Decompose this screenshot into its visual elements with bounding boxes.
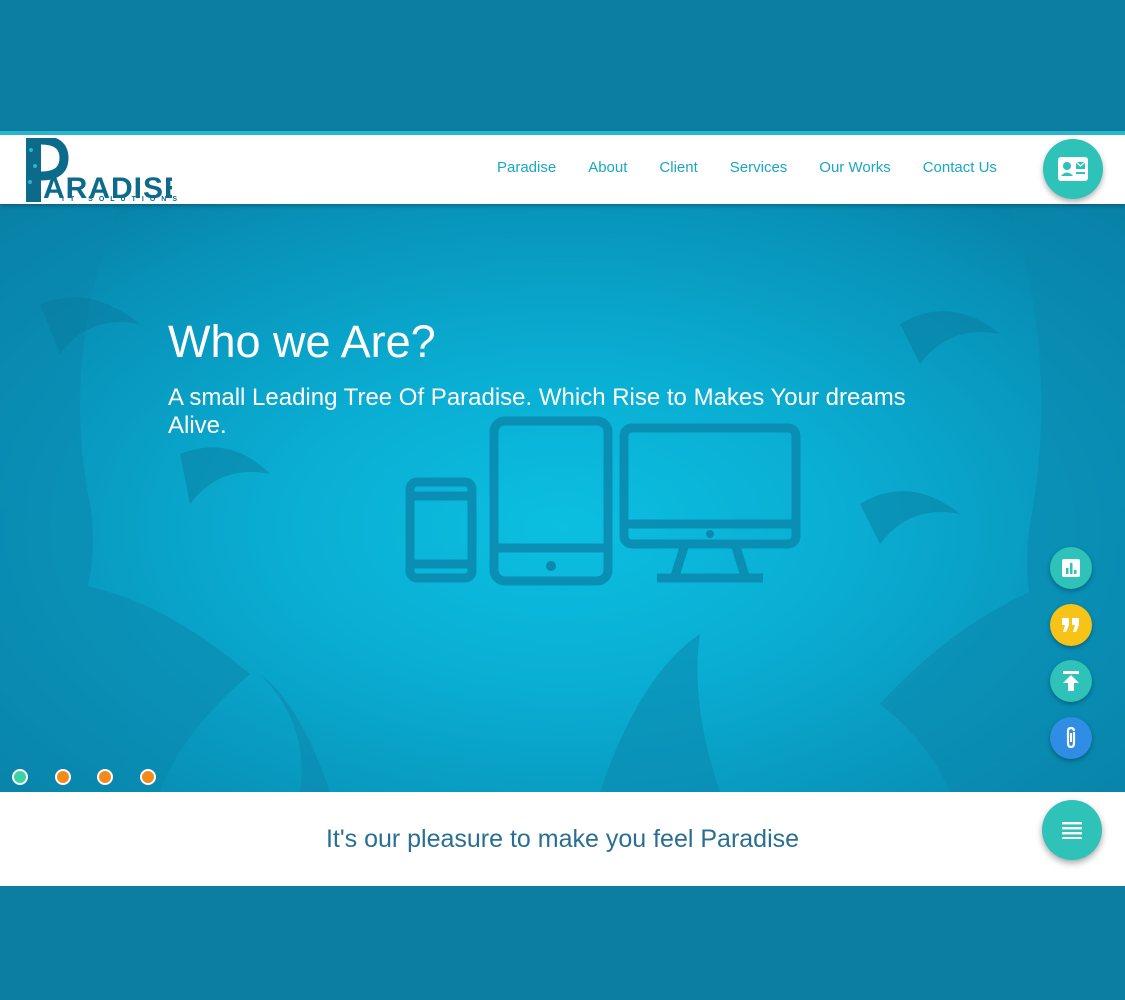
- scroll-to-top-button[interactable]: [1050, 660, 1092, 702]
- nav-item-client[interactable]: Client: [659, 159, 697, 176]
- paperclip-icon: [1066, 726, 1076, 749]
- tagline-section: It's our pleasure to make you feel Parad…: [0, 792, 1125, 886]
- nav-item-paradise[interactable]: Paradise: [497, 159, 556, 176]
- nav-item-services[interactable]: Services: [730, 159, 788, 176]
- contact-card-icon: [1058, 157, 1088, 181]
- site-header: ARADISE IT SOLUTIONS Paradise About Clie…: [0, 131, 1125, 205]
- menu-lines-icon: [1062, 822, 1082, 839]
- hero-description: A small Leading Tree Of Paradise. Which …: [168, 384, 906, 439]
- slider-dot-4[interactable]: [139, 769, 156, 785]
- testimonials-button[interactable]: [1050, 604, 1092, 646]
- arrow-up-to-top-icon: [1063, 671, 1079, 691]
- menu-button[interactable]: [1042, 800, 1102, 860]
- slider-dot-3[interactable]: [97, 769, 113, 785]
- quote-icon: [1062, 618, 1079, 632]
- top-background: [0, 0, 1125, 131]
- logo-subtitle: IT SOLUTIONS: [62, 196, 183, 203]
- nav-item-contact-us[interactable]: Contact Us: [923, 159, 997, 176]
- contact-card-button[interactable]: [1043, 139, 1103, 199]
- attachment-button[interactable]: [1050, 717, 1092, 759]
- bottom-background: [0, 886, 1125, 1000]
- bar-chart-icon: [1062, 559, 1080, 577]
- slider-dot-1[interactable]: [12, 769, 28, 785]
- paradise-logo[interactable]: ARADISE IT SOLUTIONS: [22, 135, 184, 205]
- slider-dot-2[interactable]: [54, 769, 71, 785]
- slider-pagination: [12, 769, 182, 785]
- devices-icon: [405, 416, 801, 586]
- tagline-text: It's our pleasure to make you feel Parad…: [325, 825, 800, 853]
- main-nav: Paradise About Client Services Our Works…: [497, 159, 1029, 176]
- nav-item-our-works[interactable]: Our Works: [819, 159, 890, 176]
- stats-button[interactable]: [1050, 547, 1092, 589]
- hero-title: Who we Are?: [168, 316, 436, 367]
- hero-section: Who we Are? A small Leading Tree Of Para…: [0, 204, 1125, 792]
- nav-item-about[interactable]: About: [588, 159, 627, 176]
